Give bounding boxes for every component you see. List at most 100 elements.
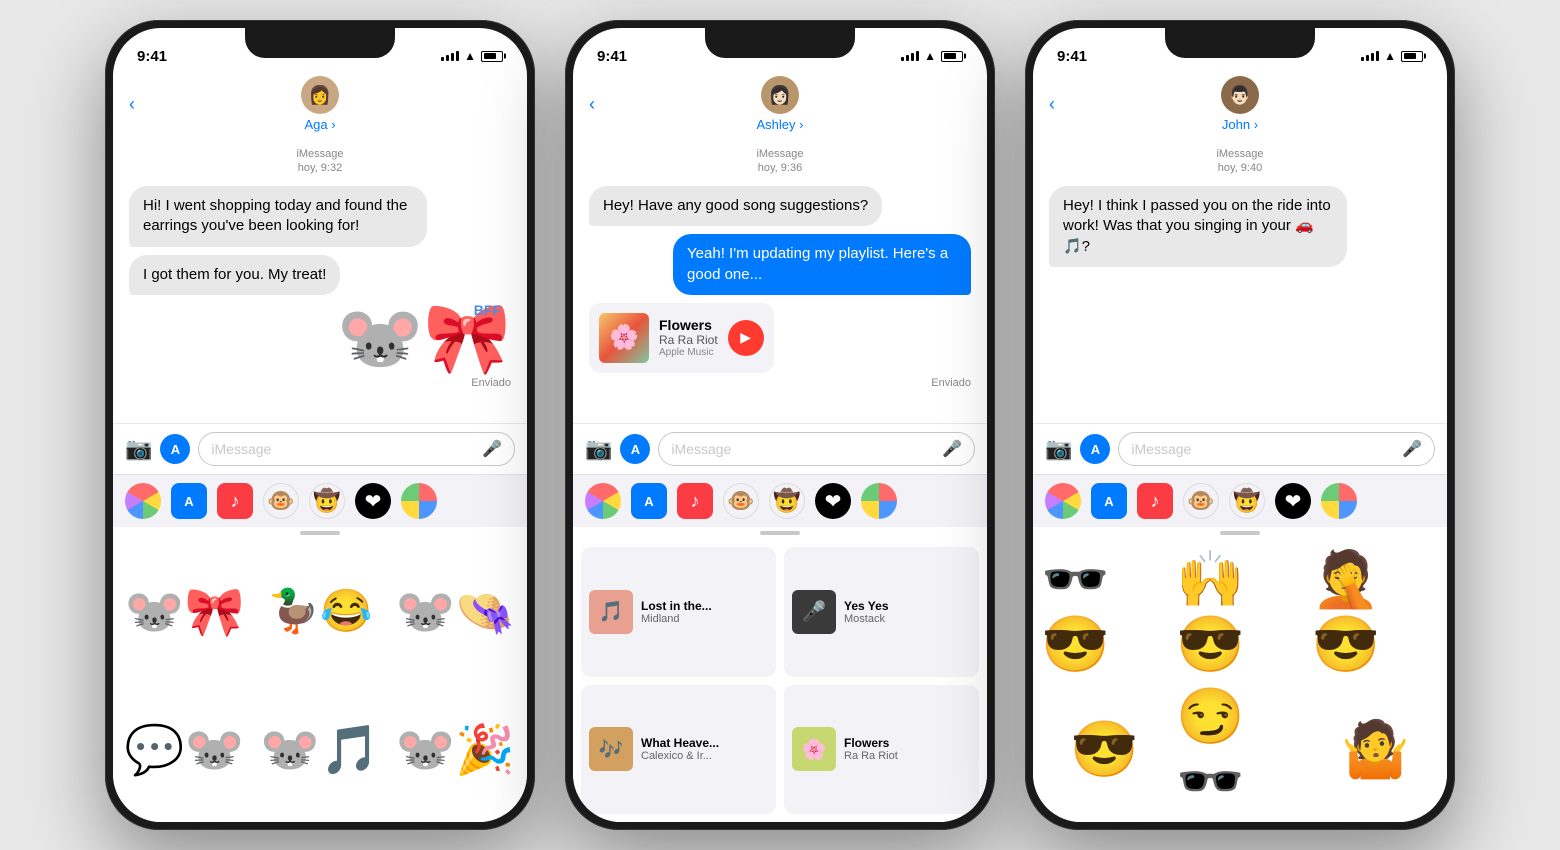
sticker-cell-4[interactable]: 💬🐭 bbox=[121, 685, 248, 815]
time-3: 9:41 bbox=[1057, 48, 1087, 65]
phones-container: 9:41 ▲ ‹ bbox=[0, 0, 1560, 850]
nav-bar-1: ‹ 👩 Aga › bbox=[113, 72, 527, 140]
signal-bars-2 bbox=[901, 51, 919, 61]
contact-name-2: Ashley › bbox=[757, 117, 804, 132]
song-artist-3: Calexico & Ir... bbox=[641, 750, 719, 762]
message-input-1[interactable]: iMessage 🎤 bbox=[198, 432, 515, 466]
message-input-2[interactable]: iMessage 🎤 bbox=[658, 432, 975, 466]
sticker-area-1: 🐭🎀 BFF bbox=[337, 303, 511, 373]
sticker-grid-1: 🐭🎀 🦆😂 🐭👒 💬🐭 🐭🎵 🐭🎉 bbox=[113, 539, 527, 822]
status-icons-3: ▲ bbox=[1361, 49, 1423, 63]
album-art-1: 🌸 bbox=[599, 313, 649, 363]
photos-app-icon-1[interactable] bbox=[125, 483, 161, 519]
music-list-item-2[interactable]: 🎤 Yes Yes Mostack bbox=[784, 547, 979, 677]
appstore-icon-2[interactable]: A bbox=[631, 483, 667, 519]
enviado-label-1: Enviado bbox=[471, 377, 511, 389]
song-title-4: Flowers bbox=[844, 736, 898, 750]
wifi-icon-1: ▲ bbox=[464, 49, 476, 63]
status-icons-2: ▲ bbox=[901, 49, 963, 63]
phone-aga: 9:41 ▲ ‹ bbox=[105, 20, 535, 830]
contact-info-2[interactable]: 👩🏻 Ashley › bbox=[757, 76, 804, 132]
photos-app-icon-2[interactable] bbox=[585, 483, 621, 519]
memoji-cell-3[interactable]: 🤦😎 bbox=[1312, 547, 1439, 677]
music-icon-1[interactable]: ♪ bbox=[217, 483, 253, 519]
music-list-info-1: Lost in the... Midland bbox=[641, 599, 712, 625]
back-button-1[interactable]: ‹ bbox=[129, 94, 135, 115]
memoji-icon-2[interactable]: 🐵 bbox=[723, 483, 759, 519]
music-art-3: 🎶 bbox=[589, 727, 633, 771]
sticker-cell-1[interactable]: 🐭🎀 bbox=[121, 547, 248, 677]
heart-icon-1[interactable]: ❤ bbox=[355, 483, 391, 519]
music-icon-3[interactable]: ♪ bbox=[1137, 483, 1173, 519]
music-list-item-1[interactable]: 🎵 Lost in the... Midland bbox=[581, 547, 776, 677]
time-label-1: hoy, 9:32 bbox=[129, 162, 511, 174]
memoji2-icon-3[interactable]: 🤠 bbox=[1229, 483, 1265, 519]
time-label-2: hoy, 9:36 bbox=[589, 162, 971, 174]
heart-icon-3[interactable]: ❤ bbox=[1275, 483, 1311, 519]
appstore-button-1[interactable]: A bbox=[160, 434, 190, 464]
memoji-icon-3[interactable]: 🐵 bbox=[1183, 483, 1219, 519]
memoji-cell-6[interactable]: 🤷 bbox=[1312, 685, 1439, 815]
last-icon-2[interactable] bbox=[861, 483, 897, 519]
song-artist-1: Midland bbox=[641, 613, 712, 625]
messages-area-1: iMessage hoy, 9:32 Hi! I went shopping t… bbox=[113, 140, 527, 423]
notch-1 bbox=[245, 28, 395, 58]
enviado-label-2: Enviado bbox=[931, 377, 971, 389]
contact-info-3[interactable]: 👨🏻 John › bbox=[1221, 76, 1259, 132]
memoji-icon-1[interactable]: 🐵 bbox=[263, 483, 299, 519]
memoji-cell-5[interactable]: 😏🕶️ bbox=[1176, 685, 1303, 815]
time-label-3: hoy, 9:40 bbox=[1049, 162, 1431, 174]
music-icon-2[interactable]: ♪ bbox=[677, 483, 713, 519]
sticker-cell-2[interactable]: 🦆😂 bbox=[256, 547, 383, 677]
avatar-3: 👨🏻 bbox=[1221, 76, 1259, 114]
camera-button-2[interactable]: 📷 bbox=[585, 436, 612, 462]
sticker-cell-3[interactable]: 🐭👒 bbox=[392, 547, 519, 677]
contact-info-1[interactable]: 👩 Aga › bbox=[301, 76, 339, 132]
music-list-item-3[interactable]: 🎶 What Heave... Calexico & Ir... bbox=[581, 685, 776, 815]
camera-button-3[interactable]: 📷 bbox=[1045, 436, 1072, 462]
music-art-2: 🎤 bbox=[792, 590, 836, 634]
sticker-cell-6[interactable]: 🐭🎉 bbox=[392, 685, 519, 815]
contact-name-1: Aga › bbox=[304, 117, 335, 132]
battery-icon-1 bbox=[481, 51, 503, 62]
message-input-3[interactable]: iMessage 🎤 bbox=[1118, 432, 1435, 466]
status-icons-1: ▲ bbox=[441, 49, 503, 63]
music-list-info-3: What Heave... Calexico & Ir... bbox=[641, 736, 719, 762]
msg-bubble-1: Hi! I went shopping today and found the … bbox=[129, 186, 427, 247]
play-button-1[interactable]: ▶ bbox=[728, 320, 764, 356]
memoji2-icon-1[interactable]: 🤠 bbox=[309, 483, 345, 519]
imessage-label-2: iMessage bbox=[589, 148, 971, 160]
back-button-3[interactable]: ‹ bbox=[1049, 94, 1055, 115]
music-art-1: 🎵 bbox=[589, 590, 633, 634]
music-list-item-4[interactable]: 🌸 Flowers Ra Ra Riot bbox=[784, 685, 979, 815]
memoji2-icon-2[interactable]: 🤠 bbox=[769, 483, 805, 519]
signal-bars-1 bbox=[441, 51, 459, 61]
memoji-cell-1[interactable]: 🕶️😎 bbox=[1041, 547, 1168, 677]
last-icon-3[interactable] bbox=[1321, 483, 1357, 519]
music-list-info-4: Flowers Ra Ra Riot bbox=[844, 736, 898, 762]
appstore-button-3[interactable]: A bbox=[1080, 434, 1110, 464]
appstore-icon-1[interactable]: A bbox=[171, 483, 207, 519]
heart-icon-2[interactable]: ❤ bbox=[815, 483, 851, 519]
notch-3 bbox=[1165, 28, 1315, 58]
messages-area-2: iMessage hoy, 9:36 Hey! Have any good so… bbox=[573, 140, 987, 423]
photos-app-icon-3[interactable] bbox=[1045, 483, 1081, 519]
battery-icon-3 bbox=[1401, 51, 1423, 62]
song-artist-4: Ra Ra Riot bbox=[844, 750, 898, 762]
song-artist-2: Mostack bbox=[844, 613, 889, 625]
phone-john: 9:41 ▲ ‹ bbox=[1025, 20, 1455, 830]
last-icon-1[interactable] bbox=[401, 483, 437, 519]
imessage-label-1: iMessage bbox=[129, 148, 511, 160]
camera-button-1[interactable]: 📷 bbox=[125, 436, 152, 462]
appstore-icon-3[interactable]: A bbox=[1091, 483, 1127, 519]
app-strip-2: A ♪ 🐵 🤠 ❤ bbox=[573, 474, 987, 527]
music-art-4: 🌸 bbox=[792, 727, 836, 771]
time-2: 9:41 bbox=[597, 48, 627, 65]
back-button-2[interactable]: ‹ bbox=[589, 94, 595, 115]
music-card-1[interactable]: 🌸 Flowers Ra Ra Riot Apple Music ▶ bbox=[589, 303, 774, 373]
memoji-cell-4[interactable]: 😎 bbox=[1041, 685, 1168, 815]
appstore-button-2[interactable]: A bbox=[620, 434, 650, 464]
music-list-info-2: Yes Yes Mostack bbox=[844, 599, 889, 625]
sticker-cell-5[interactable]: 🐭🎵 bbox=[256, 685, 383, 815]
memoji-cell-2[interactable]: 🙌😎 bbox=[1176, 547, 1303, 677]
